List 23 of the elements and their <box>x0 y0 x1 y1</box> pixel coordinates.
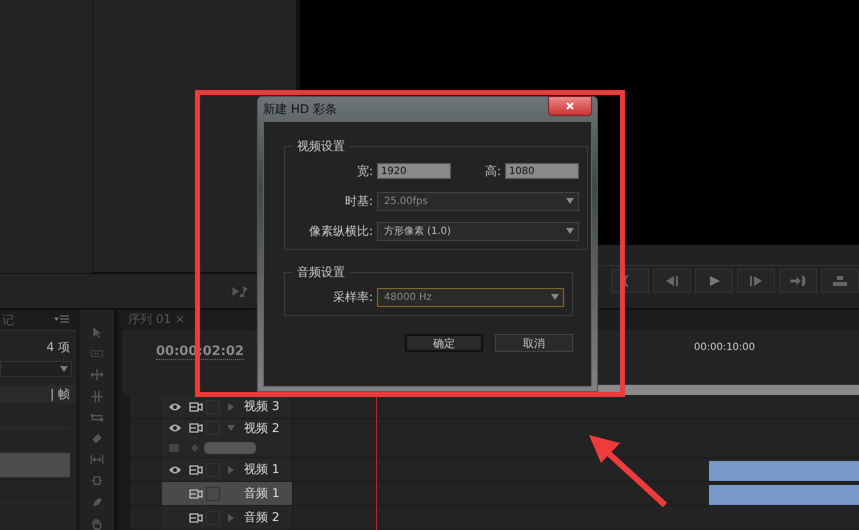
field-label: 采样率: <box>332 288 373 306</box>
track-name: 视频 1 <box>244 461 280 478</box>
field-label: 像素纵横比: <box>308 222 373 240</box>
track-name: 视频 3 <box>244 398 280 415</box>
group-title: 音频设置 <box>296 264 346 281</box>
track-name: 音频 2 <box>244 509 280 526</box>
column-header[interactable]: | 帧 <box>0 385 76 403</box>
pixel-aspect-dropdown[interactable]: 方形像素 (1.0) <box>377 222 579 240</box>
group-title: 视频设置 <box>296 138 346 155</box>
track-name: 视频 2 <box>244 420 280 436</box>
height-field[interactable]: 1080 <box>505 163 579 179</box>
field-label: 时基: <box>344 192 373 210</box>
dialog-button[interactable]: 取消 <box>495 334 573 352</box>
dialog-button[interactable]: 确定 <box>405 334 483 352</box>
width-field[interactable]: 1920 <box>377 163 451 179</box>
sample-rate-dropdown[interactable]: 48000 Hz <box>377 288 564 306</box>
item-count: 4 项 <box>46 339 71 356</box>
track-name: 音频 1 <box>244 485 280 502</box>
field-label: 高: <box>484 162 501 180</box>
dialog-title: 新建 HD 彩条 <box>263 100 337 118</box>
track-header[interactable]: 音频 1 <box>162 482 292 505</box>
field-label: 宽: <box>356 162 373 180</box>
timebase-dropdown[interactable]: 25.00fps <box>377 192 579 210</box>
